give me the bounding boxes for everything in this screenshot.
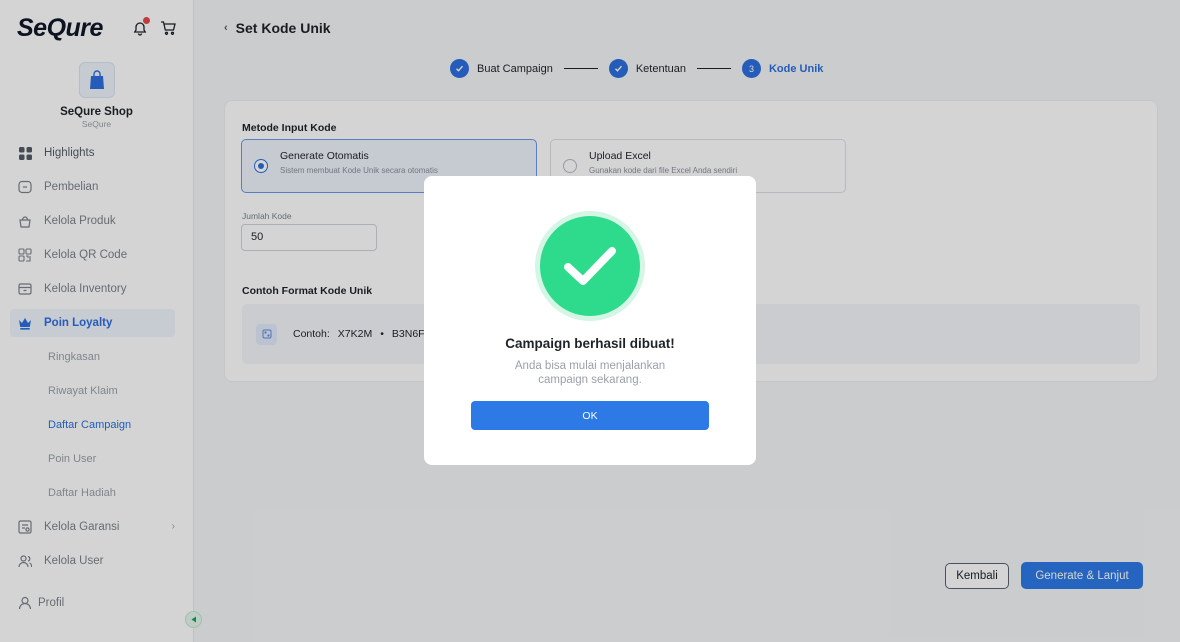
modal-message: Anda bisa mulai menjalankan campaign sek…	[514, 360, 666, 386]
success-check-icon	[540, 216, 640, 316]
success-modal: Campaign berhasil dibuat! Anda bisa mula…	[424, 176, 756, 465]
ok-button[interactable]: OK	[471, 401, 709, 430]
success-icon-ring	[535, 211, 645, 321]
modal-title: Campaign berhasil dibuat!	[505, 336, 675, 351]
